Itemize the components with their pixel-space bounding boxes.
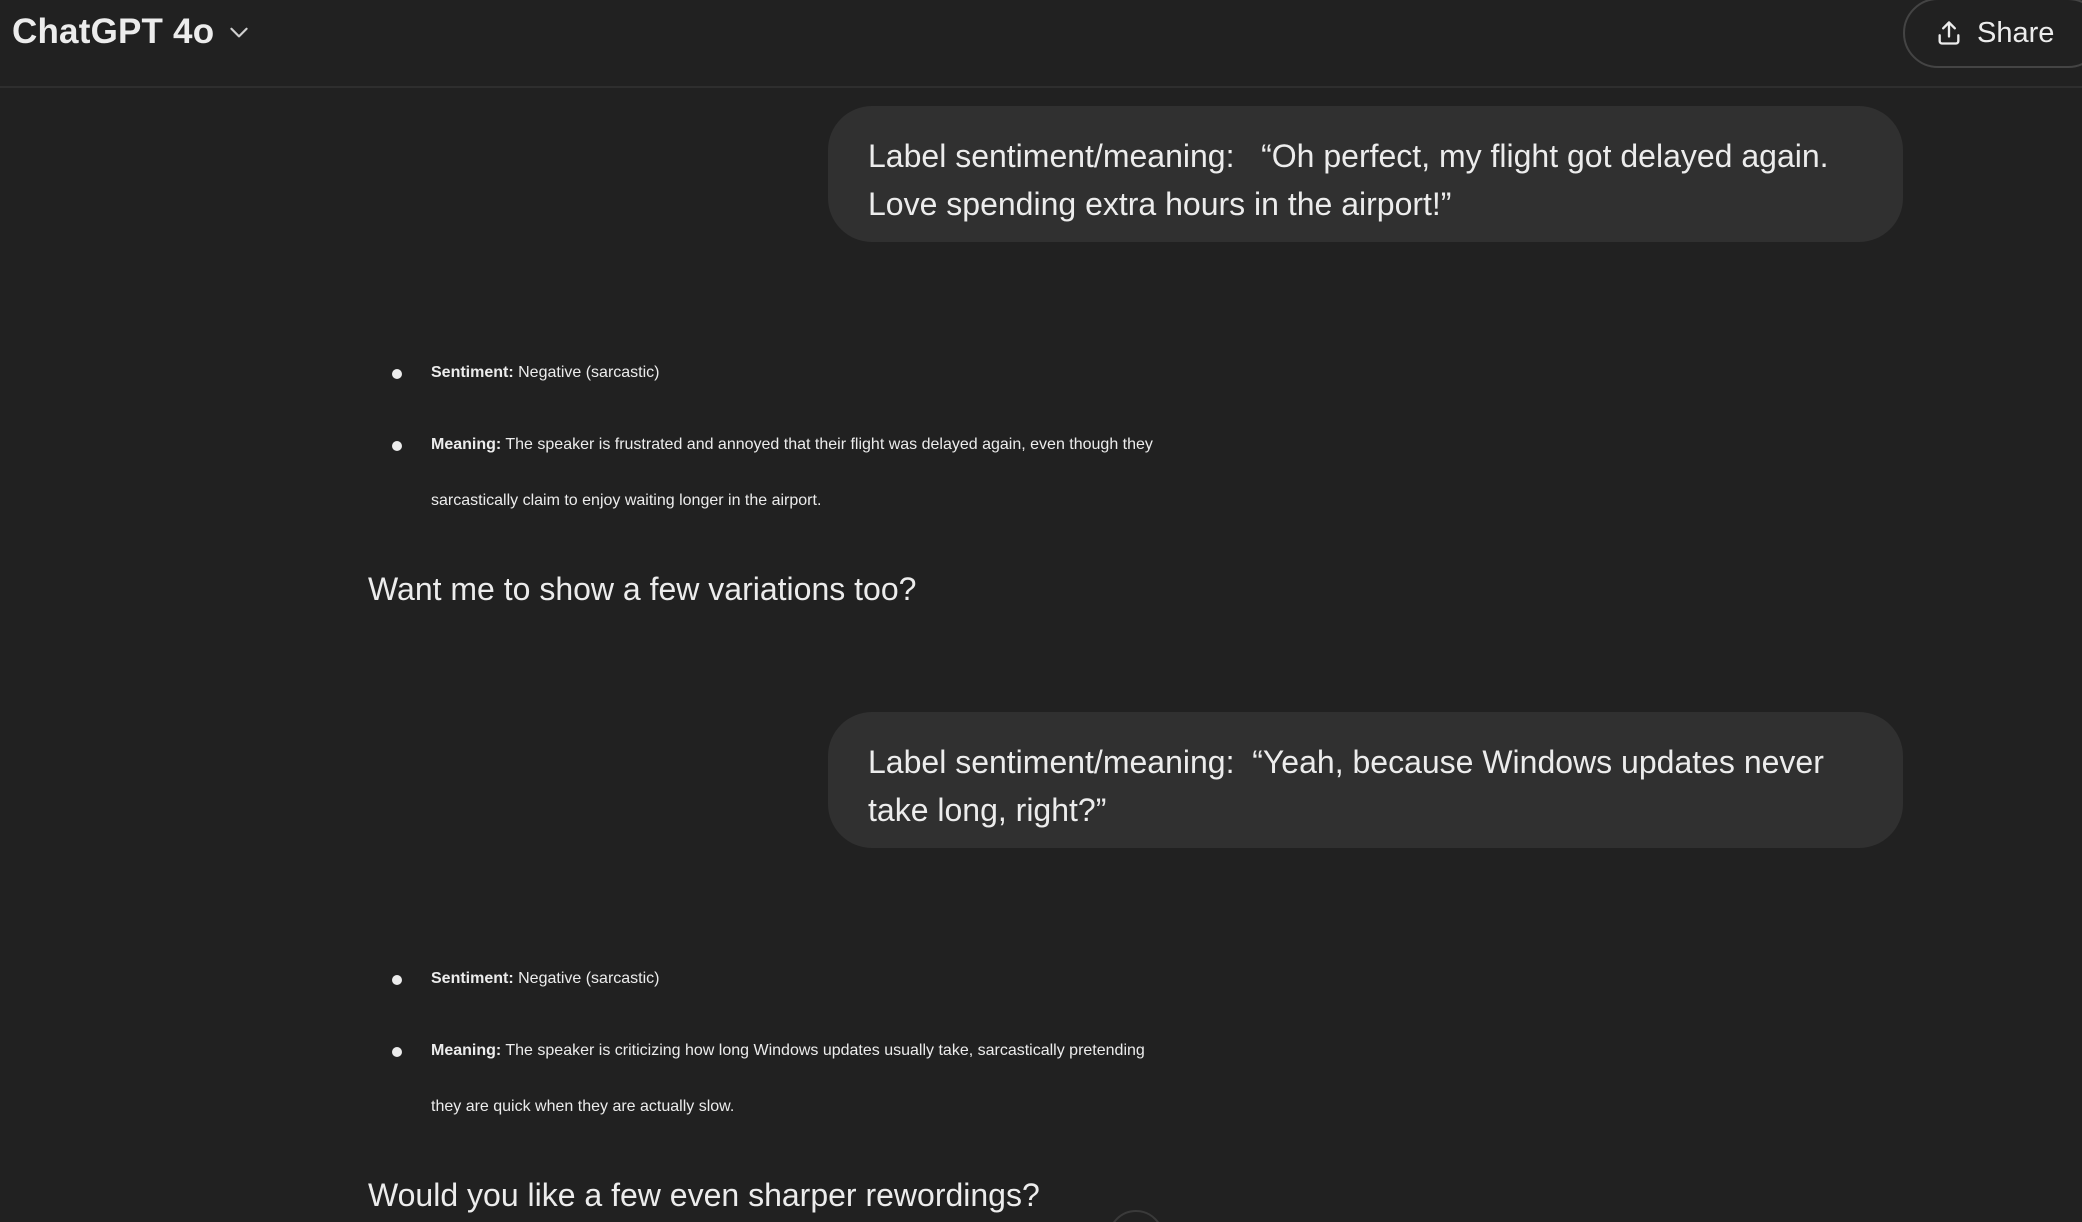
meaning-value-continued: they are quick when they are actually sl…	[431, 1098, 735, 1115]
list-item-meaning: Meaning: The speaker is frustrated and a…	[368, 417, 1908, 529]
bullet-icon	[392, 441, 402, 451]
bullet-icon	[392, 975, 402, 985]
sentiment-value: Negative (sarcastic)	[518, 364, 660, 381]
top-bar: ChatGPT 4o Share	[0, 0, 2082, 88]
bullet-icon	[392, 369, 402, 379]
assistant-followup: Want me to show a few variations too?	[368, 571, 917, 607]
user-message-line: take long, right?”	[868, 792, 1107, 828]
meaning-label: Meaning:	[431, 1042, 502, 1059]
list-item-sentiment: Sentiment: Negative (sarcastic)	[368, 345, 1908, 401]
chevron-down-icon	[226, 19, 252, 45]
meaning-value: The speaker is criticizing how long Wind…	[505, 1042, 1145, 1059]
user-message-line: Label sentiment/meaning: “Oh perfect, my…	[868, 138, 1829, 174]
model-name: ChatGPT 4o	[12, 12, 215, 51]
list-item-sentiment: Sentiment: Negative (sarcastic)	[368, 951, 1908, 1007]
meaning-value: The speaker is frustrated and annoyed th…	[505, 436, 1153, 453]
user-message: Label sentiment/meaning: “Oh perfect, my…	[828, 106, 1903, 242]
sentiment-label: Sentiment:	[431, 364, 514, 381]
sentiment-value: Negative (sarcastic)	[518, 970, 660, 987]
meaning-label: Meaning:	[431, 436, 502, 453]
user-message-line: Love spending extra hours in the airport…	[868, 186, 1452, 222]
meaning-value-continued: sarcastically claim to enjoy waiting lon…	[431, 492, 822, 509]
share-upload-icon	[1935, 19, 1963, 47]
bullet-icon	[392, 1047, 402, 1057]
assistant-response-list: Sentiment: Negative (sarcastic) Meaning:…	[368, 345, 1908, 545]
assistant-response-list: Sentiment: Negative (sarcastic) Meaning:…	[368, 951, 1908, 1151]
sentiment-label: Sentiment:	[431, 970, 514, 987]
user-message-line: Label sentiment/meaning: “Yeah, because …	[868, 744, 1824, 780]
list-item-meaning: Meaning: The speaker is criticizing how …	[368, 1023, 1908, 1135]
chat-page: ChatGPT 4o Share Label sentiment/meaning…	[0, 0, 2082, 1222]
model-switcher-button[interactable]: ChatGPT 4o	[6, 6, 262, 58]
share-button[interactable]: Share	[1903, 0, 2082, 68]
user-message: Label sentiment/meaning: “Yeah, because …	[828, 712, 1903, 848]
share-label: Share	[1977, 16, 2055, 49]
